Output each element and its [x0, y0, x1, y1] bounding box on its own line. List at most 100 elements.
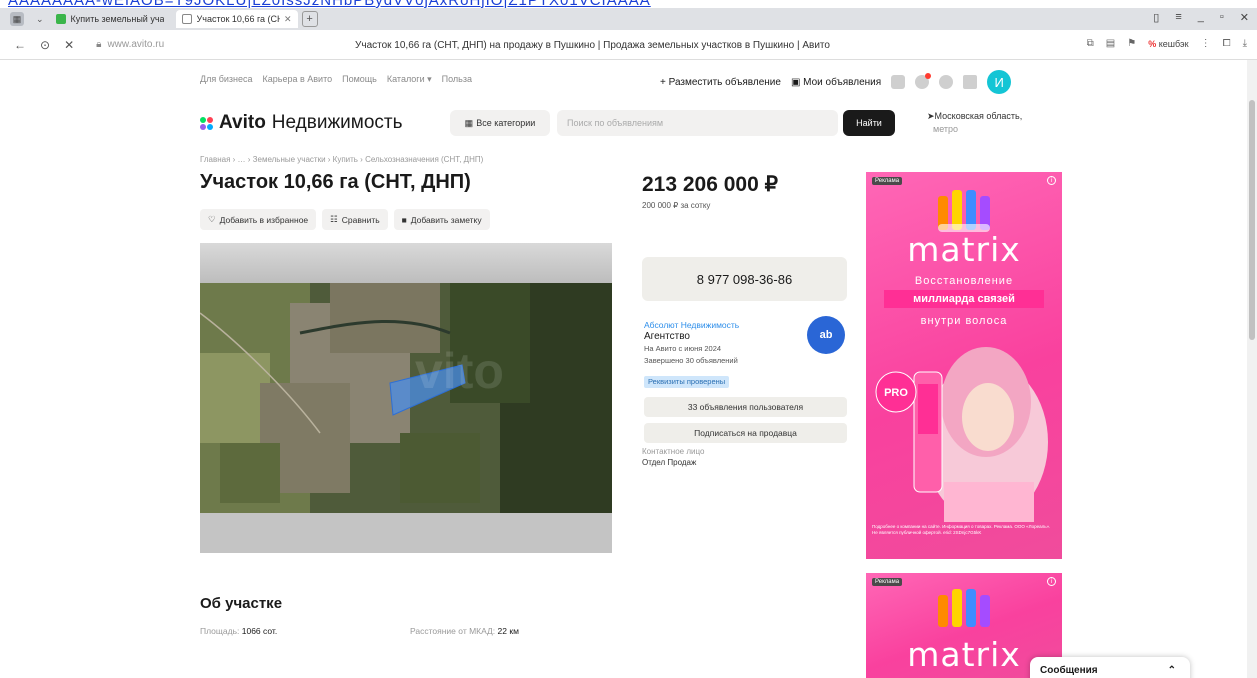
contact-person: Контактное лицо Отдел Продаж — [642, 446, 704, 468]
stop-icon[interactable]: ✕ — [64, 38, 74, 52]
avito-logo-icon — [200, 116, 216, 130]
page-favicon-icon — [181, 14, 192, 24]
nav-link-benefit[interactable]: Польза — [442, 74, 472, 85]
browser-tab-listing[interactable]: Участок 10,66 га (СНТ, ✕ — [175, 10, 298, 28]
lock-icon[interactable]: 🔒︎ — [96, 39, 101, 50]
user-avatar[interactable]: И — [987, 70, 1012, 94]
ad-label: Реклама — [872, 578, 903, 586]
avito-logo[interactable]: Avito Недвижимость — [200, 112, 403, 134]
page-title: Участок 10,66 га (СНТ, ДНП) — [200, 171, 471, 193]
metro-label: метро — [933, 124, 959, 134]
page-scrollbar[interactable] — [1247, 60, 1257, 678]
nav-link-help[interactable]: Помощь — [342, 74, 377, 85]
nav-link-catalogs[interactable]: Каталоги ▾ — [387, 74, 432, 85]
menu-icon[interactable]: ≡ — [1175, 11, 1181, 24]
add-favorite-label: Добавить в избранное — [219, 214, 309, 225]
seller-since: На Авито с июня 2024 — [644, 344, 722, 353]
notifications-bell-icon[interactable] — [915, 73, 932, 89]
address-bar-tools: ⧉ ▤ ⚑ % кешбэк ⋮ ⧠ ⤓ — [1087, 38, 1247, 49]
chevron-down-icon[interactable]: ⌄ — [36, 14, 44, 25]
nav-link-business[interactable]: Для бизнеса — [200, 74, 253, 85]
ad-line-2: внутри волоса — [920, 315, 1008, 327]
heart-icon: ♡ — [208, 214, 216, 224]
reload-icon[interactable]: ⊙ — [40, 38, 50, 52]
region-label: Московская область, — [934, 111, 1023, 121]
compare-button[interactable]: ☷ Сравнить — [322, 209, 388, 230]
address-page-title[interactable]: Участок 10,66 га (СНТ, ДНП) на продажу в… — [355, 40, 830, 51]
cashback-label: кешбэк — [1158, 38, 1189, 49]
seller-name-link[interactable]: Абсолют Недвижимость — [644, 319, 739, 331]
tab-close-icon[interactable]: ✕ — [284, 14, 292, 25]
show-phone-button[interactable]: 8 977 098-36-86 — [642, 257, 847, 301]
listing-photo[interactable]: vito — [200, 243, 612, 553]
note-icon: ■ — [401, 214, 407, 225]
favorites-heart-icon[interactable] — [891, 75, 906, 89]
restore-icon[interactable]: ▫ — [1220, 11, 1224, 24]
top-link[interactable]: AAAAAAAA-wEIAOB=T9JOKLU|LZ0IssJzNHbPBydV… — [8, 0, 651, 8]
seller-logo[interactable]: ab — [807, 316, 845, 354]
ad-pro-badge: PRO — [884, 387, 908, 399]
all-categories-button[interactable]: ▦ Все категории — [450, 110, 550, 136]
location-arrow-icon: ➤ — [927, 111, 935, 121]
area-value: 1066 сот. — [241, 626, 278, 636]
scroll-thumb[interactable] — [1249, 100, 1255, 340]
minimize-icon[interactable]: _ — [1198, 11, 1204, 24]
listing-price: 213 206 000 ₽ — [642, 173, 778, 196]
subscribe-seller-button[interactable]: Подписаться на продавца — [644, 423, 847, 443]
satellite-map-image: vito — [200, 243, 612, 553]
watermark: vito — [415, 343, 504, 399]
extensions-icon[interactable]: ⧠ — [1223, 38, 1231, 49]
region-selector[interactable]: ➤Московская область, метро — [927, 110, 1022, 136]
nav-link-career[interactable]: Карьера в Авито — [263, 74, 333, 85]
ad-label: Реклама — [872, 177, 903, 185]
ad-disclaimer: Подробнее о компании на сайте. Информаци… — [872, 524, 1051, 535]
ad-highlight: миллиарда связей — [884, 290, 1044, 308]
my-ads-icon: ▣ — [790, 76, 801, 88]
area-label: Площадь: — [200, 626, 240, 636]
back-arrow-icon[interactable]: ← — [14, 38, 26, 52]
more-vert-icon[interactable]: ⋮ — [1201, 38, 1211, 49]
translate-icon[interactable]: ⧉ — [1087, 38, 1094, 49]
matrix-logo-icon — [938, 589, 990, 627]
browser-menu-icon[interactable]: ▦ — [10, 12, 24, 26]
tab-title: Участок 10,66 га (СНТ, — [196, 14, 280, 24]
ad-info-icon[interactable]: i — [1047, 176, 1056, 185]
find-button[interactable]: Найти — [843, 110, 895, 136]
post-ad-link[interactable]: + Разместить объявление — [660, 77, 781, 88]
ad-banner-matrix[interactable]: Реклама i matrix Восстановление миллиард… — [866, 172, 1062, 559]
chevron-up-icon[interactable]: ⌃ — [1168, 665, 1176, 676]
address-bar: ← ⊙ ✕ 🔒︎ www.avito.ru Участок 10,66 га (… — [0, 30, 1257, 60]
logo-subtitle: Недвижимость — [271, 112, 403, 133]
add-note-button[interactable]: ■ Добавить заметку — [393, 209, 490, 230]
reader-icon[interactable]: ▤ — [1106, 38, 1115, 49]
new-tab-button[interactable]: + — [301, 11, 318, 27]
seller-ads-button[interactable]: 33 объявления пользователя — [644, 397, 847, 417]
avito-favicon-icon — [55, 14, 66, 24]
breadcrumb[interactable]: Главная › … › Земельные участки › Купить… — [200, 155, 483, 164]
browser-tab-search[interactable]: Купить земельный участ — [50, 10, 170, 28]
messages-icon[interactable] — [939, 75, 954, 89]
url-host[interactable]: www.avito.ru — [107, 39, 164, 50]
search-input[interactable] — [557, 110, 838, 136]
seller-completed: Завершено 30 объявлений — [644, 356, 738, 365]
close-window-icon[interactable]: ✕ — [1240, 11, 1249, 24]
ad-info-icon[interactable]: i — [1047, 577, 1056, 586]
cart-icon[interactable] — [963, 75, 978, 89]
seller-info: Абсолют Недвижимость Агентство На Авито … — [644, 319, 739, 367]
screen: AAAAAAAA-wEIAOB=T9JOKLU|LZ0IssJzNHbPBydV… — [0, 0, 1257, 678]
ad-line-1: Восстановление — [914, 275, 1014, 287]
bookmark-icon[interactable]: ⚑ — [1127, 38, 1136, 49]
bookmarks-icon[interactable]: ▯ — [1153, 11, 1159, 24]
about-section-title: Об участке — [200, 595, 283, 612]
add-favorite-button[interactable]: ♡ Добавить в избранное — [200, 209, 317, 230]
ad-model-image: PRO — [875, 347, 1048, 522]
cashback-button[interactable]: % кешбэк — [1148, 39, 1188, 49]
price-per-unit: 200 000 ₽ за сотку — [642, 201, 711, 210]
my-ads-link[interactable]: ▣ Мои объявления — [791, 77, 881, 88]
my-ads-label: Мои объявления — [803, 76, 882, 88]
categories-label: Все категории — [476, 118, 536, 128]
messages-widget[interactable]: Сообщения ⌃ — [1030, 657, 1190, 678]
site-user-nav: + Разместить объявление ▣ Мои объявления… — [660, 70, 1012, 94]
logo-brand: Avito — [219, 112, 266, 133]
download-icon[interactable]: ⤓ — [1243, 38, 1247, 49]
